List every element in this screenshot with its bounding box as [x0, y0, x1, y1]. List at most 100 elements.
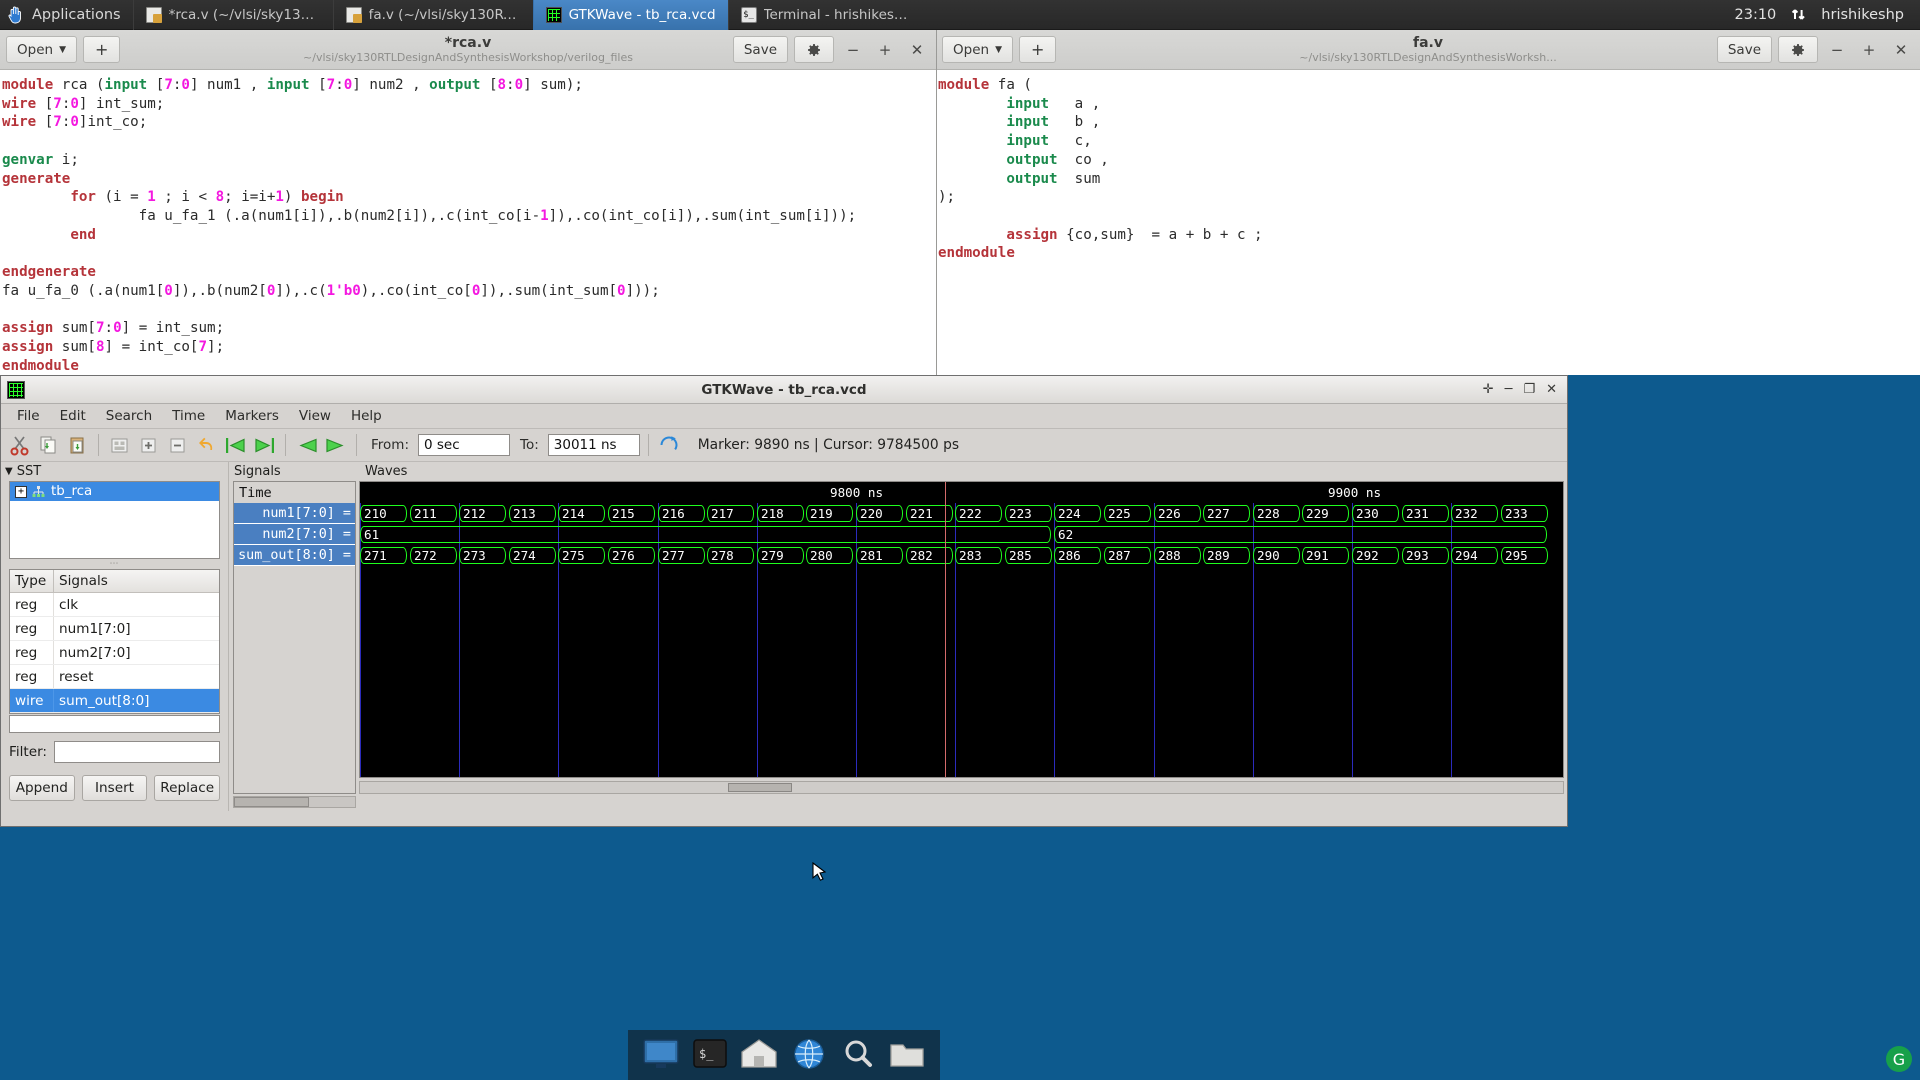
menu-edit[interactable]: Edit: [50, 406, 96, 426]
taskbar-window-title: Terminal - hrishikeshp@...: [764, 7, 916, 23]
append-button[interactable]: Append: [9, 775, 75, 801]
menu-view[interactable]: View: [289, 406, 341, 426]
waveform-row[interactable]: 6162: [360, 524, 1563, 545]
sst-signal-table[interactable]: Type Signals reg clk reg num1[7:0] reg n…: [9, 569, 220, 714]
to-input[interactable]: 30011 ns: [548, 434, 640, 456]
goto-end-icon[interactable]: [252, 433, 277, 458]
open-button[interactable]: Open ▼: [942, 36, 1013, 63]
next-edge-icon[interactable]: [323, 433, 348, 458]
sst-panel: ▼ SST + tb_rca ⋯ Type Signals: [1, 462, 229, 811]
gear-icon[interactable]: [1778, 36, 1818, 63]
filter-input[interactable]: [54, 741, 220, 763]
menu-search[interactable]: Search: [96, 406, 162, 426]
waveform-value: 291: [1302, 547, 1349, 564]
save-button[interactable]: Save: [733, 36, 788, 63]
maximize-icon[interactable]: +: [872, 37, 898, 63]
waveform-value: 293: [1402, 547, 1449, 564]
waveform-row[interactable]: 2712722732742752762772782792802812822832…: [360, 545, 1563, 566]
waveform-value: 226: [1154, 505, 1201, 522]
paste-icon[interactable]: [65, 433, 90, 458]
code-editor-fa[interactable]: module fa ( input a , input b , input c,…: [936, 70, 1920, 375]
file-manager-icon[interactable]: [887, 1036, 927, 1074]
signal-name-sum-out[interactable]: sum_out[8:0] =: [234, 545, 355, 566]
open-button[interactable]: Open ▼: [6, 36, 77, 63]
gtkwave-window-controls: ✛ ─ ❐ ✕: [1483, 382, 1561, 397]
copy-icon[interactable]: [36, 433, 61, 458]
display-icon[interactable]: [641, 1036, 681, 1074]
terminal-icon[interactable]: $_: [690, 1036, 730, 1074]
time-tick-label: 9800 ns: [830, 485, 883, 500]
table-row[interactable]: wire sum_out[8:0]: [10, 689, 219, 713]
taskbar-window-terminal[interactable]: $_ Terminal - hrishikeshp@...: [728, 0, 928, 30]
minimize-icon[interactable]: −: [840, 37, 866, 63]
replace-button[interactable]: Replace: [154, 775, 220, 801]
waveform-canvas[interactable]: 9800 ns9900 ns10 us 21021121221321421521…: [359, 481, 1564, 778]
taskbar-window-gtkwave[interactable]: GTKWave - tb_rca.vcd: [533, 0, 728, 30]
signal-name-num1[interactable]: num1[7:0] =: [234, 503, 355, 524]
triangle-down-icon[interactable]: ▼: [5, 466, 13, 477]
filter-row: Filter:: [9, 741, 220, 763]
close-icon[interactable]: ✕: [1546, 382, 1557, 397]
gtkwave-menubar: File Edit Search Time Markers View Help: [1, 404, 1567, 429]
code-editor-rca[interactable]: module rca (input [7:0] num1 , input [7:…: [0, 70, 936, 375]
applications-menu[interactable]: Applications: [0, 5, 133, 24]
close-icon[interactable]: ✕: [1888, 37, 1914, 63]
signal-name-list[interactable]: Time num1[7:0] = num2[7:0] = sum_out[8:0…: [233, 481, 356, 794]
reload-icon[interactable]: [657, 433, 682, 458]
time-tick-label: 9900 ns: [1328, 485, 1381, 500]
minimize-icon[interactable]: −: [1824, 37, 1850, 63]
restore-icon[interactable]: ✛: [1483, 382, 1494, 397]
menu-time[interactable]: Time: [162, 406, 215, 426]
zoom-undo-icon[interactable]: [194, 433, 219, 458]
files-home-icon[interactable]: [739, 1036, 779, 1074]
signal-list-scrollbar[interactable]: [233, 796, 356, 808]
waveform-row[interactable]: 2102112122132142152162172182192202212222…: [360, 503, 1563, 524]
menu-help[interactable]: Help: [341, 406, 392, 426]
filter-label: Filter:: [9, 744, 47, 760]
maximize-icon[interactable]: ❐: [1523, 382, 1535, 397]
username-label[interactable]: hrishikeshp: [1821, 7, 1904, 23]
search-icon[interactable]: [838, 1036, 878, 1074]
zoom-in-icon[interactable]: [136, 433, 161, 458]
zoom-fit-icon[interactable]: [107, 433, 132, 458]
prev-edge-icon[interactable]: [294, 433, 319, 458]
document-path: ~/vlsi/sky130RTLDesignAndSynthesisWorksh…: [1299, 51, 1556, 65]
network-updown-icon[interactable]: [1790, 6, 1807, 23]
close-icon[interactable]: ✕: [904, 37, 930, 63]
code-line: [2, 132, 936, 151]
taskbar-window-fa[interactable]: fa.v (~/vlsi/sky130RTLD...: [333, 0, 533, 30]
save-button[interactable]: Save: [1717, 36, 1772, 63]
maximize-icon[interactable]: +: [1856, 37, 1882, 63]
waveform-value: 274: [509, 547, 556, 564]
table-row[interactable]: reg clk: [10, 593, 219, 617]
cell-signal: clk: [54, 593, 78, 616]
from-input[interactable]: 0 sec: [418, 434, 510, 456]
waveform-value: 233: [1501, 505, 1548, 522]
taskbar-window-rca[interactable]: *rca.v (~/vlsi/sky130RT...: [133, 0, 333, 30]
table-row[interactable]: reg reset: [10, 665, 219, 689]
web-browser-icon[interactable]: [789, 1036, 829, 1074]
zoom-out-icon[interactable]: [165, 433, 190, 458]
waveform-cursor[interactable]: [945, 482, 946, 777]
waveform-scrollbar[interactable]: [359, 781, 1564, 794]
goto-start-icon[interactable]: [223, 433, 248, 458]
table-row[interactable]: reg num2[7:0]: [10, 641, 219, 665]
cut-icon[interactable]: [7, 433, 32, 458]
signal-names-panel: Signals Time num1[7:0] = num2[7:0] = sum…: [229, 462, 359, 811]
new-tab-button[interactable]: +: [83, 36, 120, 63]
code-line: fa u_fa_0 (.a(num1[0]),.b(num2[0]),.c(1'…: [2, 282, 936, 301]
pane-resize-grip[interactable]: ⋯: [1, 559, 228, 569]
minimize-icon[interactable]: ─: [1505, 382, 1513, 397]
new-tab-button[interactable]: +: [1019, 36, 1056, 63]
table-row[interactable]: reg num1[7:0]: [10, 617, 219, 641]
insert-button[interactable]: Insert: [82, 775, 148, 801]
signal-name-num2[interactable]: num2[7:0] =: [234, 524, 355, 545]
gear-icon[interactable]: [794, 36, 834, 63]
expand-icon[interactable]: +: [15, 486, 27, 498]
sst-tree[interactable]: + tb_rca: [9, 481, 220, 559]
time-label: Time: [234, 482, 355, 503]
sst-tree-item-tb-rca[interactable]: + tb_rca: [10, 482, 219, 501]
menu-file[interactable]: File: [7, 406, 50, 426]
menu-markers[interactable]: Markers: [215, 406, 289, 426]
clock[interactable]: 23:10: [1735, 7, 1777, 23]
